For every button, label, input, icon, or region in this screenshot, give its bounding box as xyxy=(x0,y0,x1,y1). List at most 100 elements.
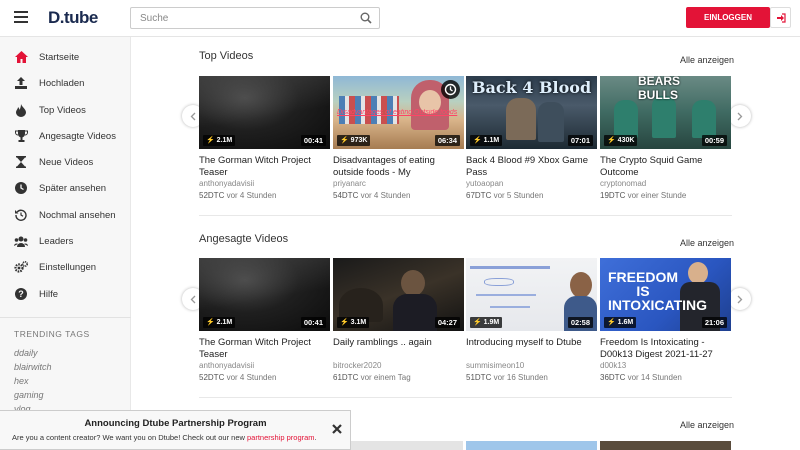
login-button[interactable]: EINLOGGEN xyxy=(686,7,770,28)
view-count-badge: ⚡ 1.1M xyxy=(470,135,503,146)
video-title[interactable]: Freedom Is Intoxicating - D00k13 Digest … xyxy=(600,337,731,360)
video-card[interactable]: Back 4 Blood ⚡ 1.1M 07:01 Back 4 Blood #… xyxy=(466,76,597,202)
sidebar-item-label: Startseite xyxy=(39,51,80,63)
video-card[interactable]: FREEDOM IS INTOXICATING ⚡ 1.6M 21:06 Fre… xyxy=(600,258,731,384)
carousel-next-button[interactable] xyxy=(729,288,751,310)
sidebar-item-startseite[interactable]: Startseite xyxy=(0,45,131,69)
video-meta: 52DTC vor 4 Stunden xyxy=(199,372,330,384)
sidebar-item-nochmal-ansehen[interactable]: Nochmal ansehen xyxy=(0,203,131,227)
video-card[interactable]: ⚡ 1.9M 02:58 Introducing myself to Dtube… xyxy=(466,258,597,384)
video-card[interactable]: ⚡ 2.1M 00:41 The Gorman Witch Project Te… xyxy=(199,258,330,384)
duration-badge: 00:41 xyxy=(300,135,326,146)
search-input[interactable] xyxy=(131,8,351,29)
menu-icon[interactable] xyxy=(14,11,28,23)
carousel-next-button[interactable] xyxy=(729,105,751,127)
video-title[interactable]: Disadvantages of eating outside foods - … xyxy=(333,155,464,178)
chevron-left-icon xyxy=(190,295,196,303)
trending-tags-heading: TRENDING TAGS xyxy=(14,329,90,339)
trending-tag[interactable]: hex xyxy=(14,376,29,386)
trending-tag[interactable]: blairwitch xyxy=(14,362,52,372)
sidebar-item-hilfe[interactable]: ? Hilfe xyxy=(0,282,131,306)
show-all-link[interactable]: Alle anzeigen xyxy=(680,238,734,248)
video-reward: 61DTC xyxy=(333,373,359,382)
video-title[interactable]: Back 4 Blood #9 Xbox Game Pass xyxy=(466,155,597,178)
sidebar-item-label: Nochmal ansehen xyxy=(39,209,116,221)
video-author[interactable]: cryptonomad xyxy=(600,178,731,190)
sidebar-item-einstellungen[interactable]: Einstellungen xyxy=(0,255,131,279)
video-meta: 54DTC vor 4 Stunden xyxy=(333,190,464,202)
video-thumbnail[interactable] xyxy=(600,441,731,450)
watch-later-icon[interactable] xyxy=(441,80,460,99)
video-author[interactable]: anthonyadavisii xyxy=(199,178,330,190)
video-author[interactable]: d00k13 xyxy=(600,360,731,372)
video-card[interactable]: BEARS BULLS ⚡ 430K 00:59 The Crypto Squi… xyxy=(600,76,731,202)
users-icon xyxy=(14,234,28,248)
search-icon[interactable] xyxy=(360,12,372,24)
sidebar-item-top-videos[interactable]: Top Videos xyxy=(0,98,131,122)
video-title[interactable]: Daily ramblings .. again xyxy=(333,337,464,360)
close-icon[interactable] xyxy=(331,423,343,435)
announcement-title: Announcing Dtube Partnership Program xyxy=(84,418,267,429)
sidebar-item-spaeter-ansehen[interactable]: Später ansehen xyxy=(0,176,131,200)
video-thumbnail[interactable]: ⚡ 3.1M 04:27 xyxy=(333,258,464,331)
thumbnail-caption-text: BEARS BULLS xyxy=(638,76,681,102)
search-box[interactable] xyxy=(130,7,380,29)
video-thumbnail[interactable] xyxy=(466,441,597,450)
video-thumbnail[interactable]: Back 4 Blood ⚡ 1.1M 07:01 xyxy=(466,76,597,149)
upload-icon xyxy=(14,76,28,90)
video-title[interactable]: The Crypto Squid Game Outcome xyxy=(600,155,731,178)
duration-badge: 00:59 xyxy=(701,135,727,146)
video-reward: 51DTC xyxy=(466,373,492,382)
video-age: vor 4 Stunden xyxy=(360,191,411,200)
trending-tag[interactable]: ddaily xyxy=(14,348,38,358)
sidebar-item-label: Angesagte Videos xyxy=(39,130,116,142)
video-meta: 51DTC vor 16 Stunden xyxy=(466,372,597,384)
partnership-program-link[interactable]: partnership program xyxy=(247,433,315,442)
sidebar-item-angesagte-videos[interactable]: Angesagte Videos xyxy=(0,124,131,148)
video-card[interactable]: Disadvantages of eating Outside foods ⚡ … xyxy=(333,76,464,202)
video-thumbnail[interactable]: ⚡ 2.1M 00:41 xyxy=(199,258,330,331)
video-thumbnail[interactable]: BEARS BULLS ⚡ 430K 00:59 xyxy=(600,76,731,149)
view-count-badge: ⚡ 1.9M xyxy=(470,317,503,328)
sidebar-item-label: Später ansehen xyxy=(39,182,107,194)
view-count-badge: ⚡ 2.1M xyxy=(203,135,236,146)
section-divider xyxy=(199,215,732,216)
video-reward: 52DTC xyxy=(199,191,225,200)
video-author[interactable]: priyanarc xyxy=(333,178,464,190)
video-reward: 67DTC xyxy=(466,191,492,200)
video-title[interactable]: Introducing myself to Dtube xyxy=(466,337,597,360)
video-reward: 52DTC xyxy=(199,373,225,382)
video-author[interactable]: summisimeon10 xyxy=(466,360,597,372)
sidebar-item-label: Leaders xyxy=(39,235,74,247)
sidebar-item-leaders[interactable]: Leaders xyxy=(0,229,131,253)
video-thumbnail[interactable]: Disadvantages of eating Outside foods ⚡ … xyxy=(333,76,464,149)
trending-tag[interactable]: gaming xyxy=(14,390,44,400)
view-count: 1.1M xyxy=(483,137,500,144)
video-author[interactable]: bitrocker2020 xyxy=(333,360,464,372)
video-author[interactable]: anthonyadavisii xyxy=(199,360,330,372)
sign-in-icon[interactable] xyxy=(770,7,791,28)
video-card[interactable]: ⚡ 3.1M 04:27 Daily ramblings .. again bi… xyxy=(333,258,464,384)
help-icon: ? xyxy=(14,287,28,301)
sidebar-item-label: Hochladen xyxy=(39,77,85,89)
show-all-link[interactable]: Alle anzeigen xyxy=(680,55,734,65)
view-count-badge: ⚡ 1.6M xyxy=(604,317,637,328)
video-thumbnail[interactable]: ⚡ 1.9M 02:58 xyxy=(466,258,597,331)
video-age: vor einem Tag xyxy=(360,373,411,382)
video-thumbnail[interactable]: FREEDOM IS INTOXICATING ⚡ 1.6M 21:06 xyxy=(600,258,731,331)
sidebar-item-neue-videos[interactable]: Neue Videos xyxy=(0,150,131,174)
show-all-link[interactable]: Alle anzeigen xyxy=(680,420,734,430)
video-title[interactable]: The Gorman Witch Project Teaser xyxy=(199,337,330,360)
dtube-logo[interactable]: D.tube xyxy=(48,8,98,28)
video-thumbnail[interactable]: ⚡ 2.1M 00:41 xyxy=(199,76,330,149)
video-age: vor 5 Stunden xyxy=(493,191,544,200)
chevron-left-icon xyxy=(190,112,196,120)
clock-icon xyxy=(14,181,28,195)
sidebar-item-hochladen[interactable]: Hochladen xyxy=(0,71,131,95)
video-author[interactable]: yutoaopan xyxy=(466,178,597,190)
section-divider xyxy=(199,397,732,398)
video-thumbnail[interactable] xyxy=(351,441,463,450)
video-card[interactable]: ⚡ 2.1M 00:41 The Gorman Witch Project Te… xyxy=(199,76,330,202)
video-age: vor 14 Stunden xyxy=(627,373,682,382)
video-title[interactable]: The Gorman Witch Project Teaser xyxy=(199,155,330,178)
